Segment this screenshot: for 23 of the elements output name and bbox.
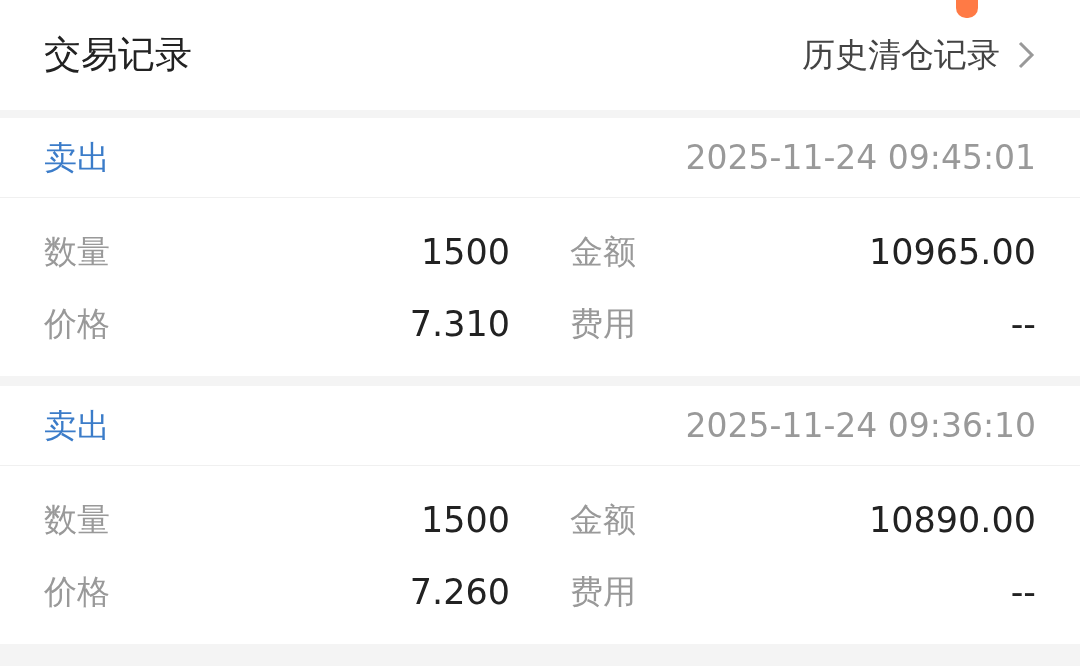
field-value: -- [1010, 570, 1036, 614]
field-label: 价格 [44, 571, 110, 614]
field-label: 数量 [44, 231, 110, 274]
field-label: 费用 [570, 303, 636, 346]
field-value: 7.260 [409, 570, 510, 614]
field-label: 金额 [570, 231, 636, 274]
field-value: -- [1010, 302, 1036, 346]
trade-time: 2025-11-24 09:36:10 [685, 404, 1036, 447]
trade-type: 卖出 [44, 136, 110, 179]
history-link[interactable]: 历史清仓记录 [802, 30, 1036, 80]
field-value: 1500 [420, 498, 510, 542]
field-label: 价格 [44, 303, 110, 346]
field-value: 1500 [420, 230, 510, 274]
field-label: 金额 [570, 499, 636, 542]
trade-type: 卖出 [44, 404, 110, 447]
field-value: 10890.00 [869, 498, 1036, 542]
field-label: 费用 [570, 571, 636, 614]
page-title: 交易记录 [44, 32, 192, 79]
field-value: 10965.00 [869, 230, 1036, 274]
field-value: 7.310 [409, 302, 510, 346]
chevron-right-icon [1016, 39, 1036, 71]
field-label: 数量 [44, 499, 110, 542]
trade-time: 2025-11-24 09:45:01 [685, 136, 1036, 179]
